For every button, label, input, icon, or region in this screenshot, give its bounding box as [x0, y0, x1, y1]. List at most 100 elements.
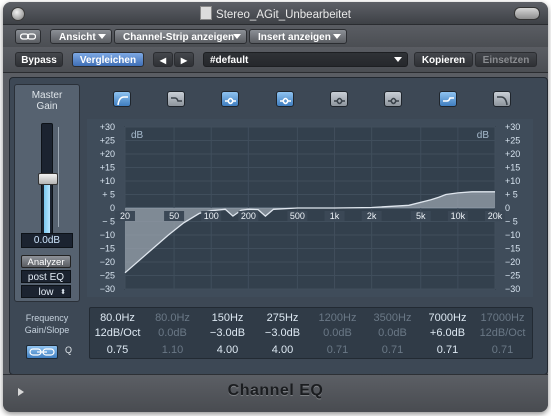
band-8-toggle[interactable]	[493, 91, 511, 107]
analyzer-resolution-menu[interactable]: low ⬍	[21, 285, 71, 298]
band-7-q[interactable]: 0.71	[420, 343, 475, 357]
eq-graph[interactable]: +30 +30 +25 +25 +20 +20 +15 +15 +10 +10 + 5 + 5 0 0 − …	[87, 119, 533, 297]
plugin-window: Stereo_AGit_Unbearbeitet Ansicht Channel…	[3, 2, 548, 412]
frequency-row-label: Frequency	[25, 313, 69, 323]
db-tick-right: + 5	[505, 190, 518, 200]
next-preset-button[interactable]: ▶	[174, 52, 194, 67]
link-button-params[interactable]	[26, 345, 58, 359]
bypass-button[interactable]: Bypass	[15, 52, 63, 67]
master-gain-fader[interactable]	[38, 123, 58, 235]
band-1-toggle[interactable]	[113, 91, 131, 107]
freq-tick-label: 10k	[451, 211, 466, 221]
db-tick-left: +10	[100, 176, 115, 186]
band-3-frequency[interactable]: 150Hz	[200, 311, 255, 325]
db-tick-right: +30	[505, 122, 520, 132]
parametric-bell-icon	[280, 97, 291, 105]
band-6-toggle[interactable]	[384, 91, 402, 107]
master-gain-label-2: Gain	[36, 101, 58, 112]
band-8-gain[interactable]: 12dB/Oct	[475, 326, 530, 340]
band-4-q[interactable]: 4.00	[255, 343, 310, 357]
q-row-label: Q	[65, 345, 73, 355]
db-tick-right: +20	[505, 149, 520, 159]
band-2-gain[interactable]: 0.0dB	[145, 326, 200, 340]
channel-strip-menu-label: Channel-Strip anzeigen	[123, 32, 235, 43]
band-7-gain[interactable]: +6.0dB	[420, 326, 475, 340]
analyzer-mode-menu[interactable]: post EQ	[21, 270, 71, 283]
band-2-frequency[interactable]: 80.0Hz	[145, 311, 200, 325]
db-tick-right: − 5	[505, 217, 518, 227]
band-2-q[interactable]: 1.10	[145, 343, 200, 357]
band-8-q[interactable]: 0.71	[475, 343, 530, 357]
db-tick-right: −10	[505, 230, 520, 240]
db-tick-left: −15	[100, 244, 115, 254]
db-tick-right: −15	[505, 244, 520, 254]
band-selector-bar	[87, 84, 533, 118]
link-button[interactable]	[15, 29, 41, 44]
preset-label: #default	[210, 55, 249, 66]
view-menu-label: Ansicht	[59, 32, 96, 43]
db-tick-right: −30	[505, 284, 520, 294]
compare-button[interactable]: Vergleichen	[72, 52, 144, 67]
band-3-q[interactable]: 4.00	[200, 343, 255, 357]
master-gain-label-1: Master	[31, 90, 63, 101]
freq-tick-label: 5k	[416, 211, 426, 221]
band-2-toggle[interactable]	[167, 91, 185, 107]
db-label-right: dB	[477, 130, 490, 141]
band-4-gain[interactable]: −3.0dB	[255, 326, 310, 340]
band-8-frequency[interactable]: 17000Hz	[475, 311, 530, 325]
band-6-gain[interactable]: 0.0dB	[365, 326, 420, 340]
band-7-toggle[interactable]	[439, 91, 457, 107]
highshelf-filter-icon	[443, 97, 454, 102]
paste-button[interactable]: Einsetzen	[475, 52, 537, 67]
band-4-frequency[interactable]: 275Hz	[255, 311, 310, 325]
band-4-toggle[interactable]	[276, 91, 294, 107]
band-3-gain[interactable]: −3.0dB	[200, 326, 255, 340]
param-labels: Frequency Gain/Slope	[16, 312, 78, 336]
analyzer-button[interactable]: Analyzer	[21, 255, 71, 268]
view-menu[interactable]: Ansicht	[50, 29, 112, 44]
preset-menu[interactable]: #default	[203, 52, 408, 67]
copy-button[interactable]: Kopieren	[414, 52, 473, 67]
master-gain-value[interactable]: 0.0dB	[21, 233, 73, 248]
db-tick-left: +20	[100, 149, 115, 159]
band-parameter-grid: 80.0Hz 80.0Hz 150Hz 275Hz 1200Hz 3500Hz 7000Hz…	[89, 307, 533, 359]
fader-handle[interactable]	[38, 173, 58, 185]
insert-menu-label: Insert anzeigen	[258, 32, 331, 43]
band-5-frequency[interactable]: 1200Hz	[310, 311, 365, 325]
chevron-down-icon	[394, 57, 402, 62]
toolbar-toggle-button[interactable]	[514, 7, 540, 20]
chevron-down-icon	[333, 34, 341, 39]
freq-tick-label: 100	[204, 211, 219, 221]
db-tick-right: +25	[505, 136, 520, 146]
band-1-frequency[interactable]: 80.0Hz	[90, 311, 145, 325]
toolbar-top: Ansicht Channel-Strip anzeigen Insert an…	[3, 25, 548, 47]
db-tick-left: −25	[100, 271, 115, 281]
freq-tick-label: 1k	[330, 211, 340, 221]
band-6-q[interactable]: 0.71	[365, 343, 420, 357]
band-1-q[interactable]: 0.75	[90, 343, 145, 357]
band-5-q[interactable]: 0.71	[310, 343, 365, 357]
band-5-gain[interactable]: 0.0dB	[310, 326, 365, 340]
footer-bar: Channel EQ	[3, 374, 548, 412]
previous-preset-button[interactable]: ◀	[153, 52, 173, 67]
fader-scale	[58, 127, 63, 227]
band-5-toggle[interactable]	[330, 91, 348, 107]
insert-menu[interactable]: Insert anzeigen	[249, 29, 347, 44]
chevron-down-icon	[98, 34, 106, 39]
title-bar[interactable]: Stereo_AGit_Unbearbeitet	[3, 2, 548, 25]
band-3-toggle[interactable]	[221, 91, 239, 107]
db-tick-left: + 5	[102, 190, 115, 200]
parametric-bell-icon	[388, 97, 399, 105]
band-6-frequency[interactable]: 3500Hz	[365, 311, 420, 325]
lowcut-filter-icon	[117, 96, 128, 106]
db-label-left: dB	[131, 130, 144, 141]
band-1-gain[interactable]: 12dB/Oct	[90, 326, 145, 340]
channel-strip-menu[interactable]: Channel-Strip anzeigen	[114, 29, 247, 44]
freq-tick-label: 20k	[488, 211, 503, 221]
db-tick-right: −20	[505, 257, 520, 267]
band-7-frequency[interactable]: 7000Hz	[420, 311, 475, 325]
db-tick-right: +15	[505, 163, 520, 173]
db-tick-left: −20	[100, 257, 115, 267]
lowshelf-filter-icon	[171, 97, 182, 102]
fader-fill	[44, 179, 50, 233]
